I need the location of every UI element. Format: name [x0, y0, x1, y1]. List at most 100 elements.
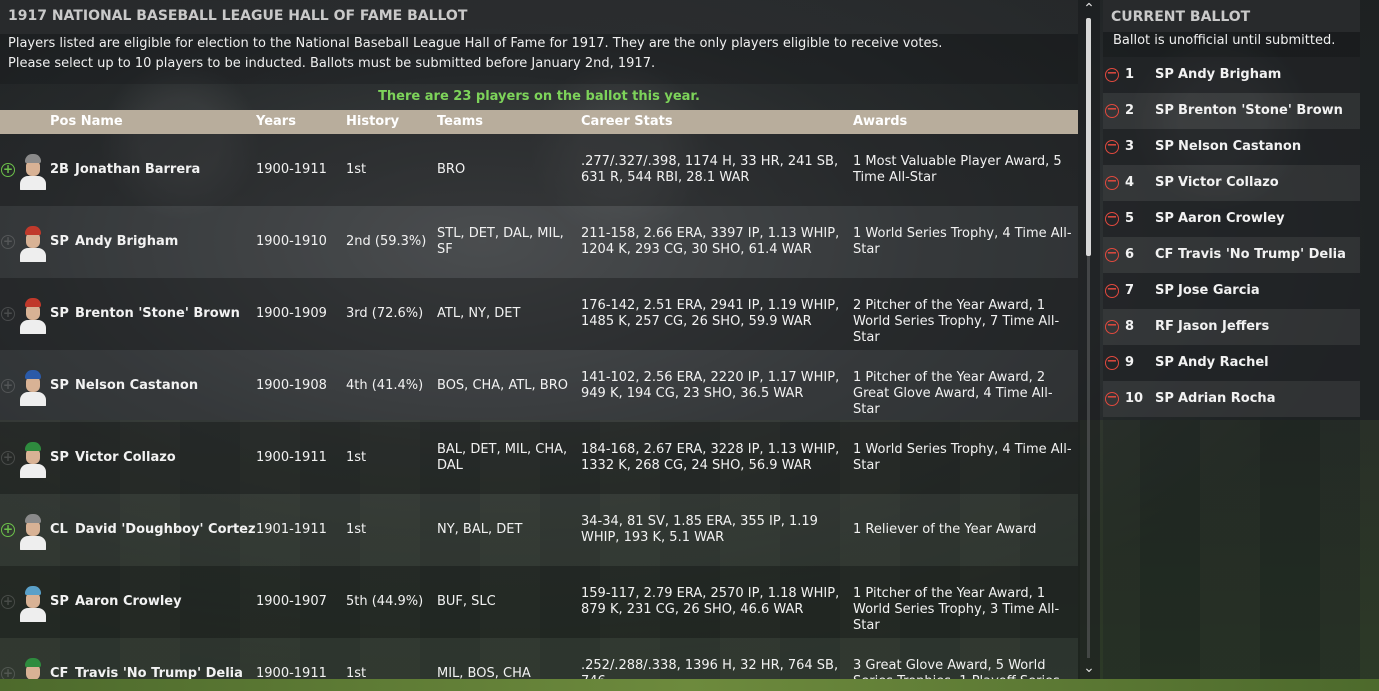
table-row[interactable]: + CL David 'Doughboy' Cortez 1901-1911 1st NY… — [0, 494, 1078, 566]
ballot-entry[interactable]: −3 SP Nelson Castanon — [1103, 129, 1360, 165]
add-circle-icon[interactable]: + — [1, 379, 15, 393]
add-circle-icon[interactable]: + — [1, 523, 15, 537]
player-years: 1900-1910 — [256, 234, 327, 249]
column-header-career-stats[interactable]: Career Stats — [581, 110, 673, 134]
table-row[interactable]: + SP Aaron Crowley 1900-1907 5th (44.9%) BUF,… — [0, 566, 1078, 638]
table-row[interactable]: + SP Brenton 'Stone' Brown 1900-1909 3rd (72… — [0, 278, 1078, 350]
ballot-entry-number: 8 — [1125, 319, 1135, 334]
ballot-entry-name[interactable]: Victor Collazo — [1178, 175, 1279, 190]
player-position: CF — [50, 666, 69, 679]
add-circle-icon[interactable]: + — [1, 595, 15, 609]
remove-circle-icon[interactable]: − — [1105, 175, 1119, 190]
remove-circle-icon[interactable]: − — [1105, 355, 1119, 370]
player-teams: BAL, DET, MIL, CHA, DAL — [437, 442, 568, 473]
player-position: SP — [50, 306, 69, 321]
player-teams: BOS, CHA, ATL, BRO — [437, 378, 568, 393]
player-portrait — [19, 368, 47, 406]
add-circle-icon[interactable]: + — [1, 235, 15, 249]
ballot-entry-name[interactable]: Travis 'No Trump' Delia — [1178, 247, 1346, 262]
table-row[interactable]: + SP Andy Brigham 1900-1910 2nd (59.3%) STL, … — [0, 206, 1078, 278]
chevron-up-icon[interactable]: ⌃ — [1082, 2, 1096, 16]
ballot-entry-position: SP — [1155, 139, 1174, 154]
ballot-entry[interactable]: −8 RF Jason Jeffers — [1103, 309, 1360, 345]
player-position: SP — [50, 450, 69, 465]
ballot-entry-name[interactable]: Andy Rachel — [1178, 355, 1269, 370]
ballot-entry-name[interactable]: Brenton 'Stone' Brown — [1178, 103, 1343, 118]
player-name[interactable]: Jonathan Barrera — [75, 162, 200, 177]
ballot-entry-name[interactable]: Andy Brigham — [1178, 67, 1281, 82]
column-header-pos-name[interactable]: Pos Name — [50, 110, 123, 134]
table-row[interactable]: +2B Jonathan Barrera 1900-1911 1st BRO .277/.… — [0, 134, 1078, 206]
column-header-awards[interactable]: Awards — [853, 110, 907, 134]
portrait-cap — [25, 658, 41, 667]
scroll-thumb[interactable] — [1086, 18, 1091, 256]
ballot-entry[interactable]: −1 SP Andy Brigham — [1103, 57, 1360, 93]
player-years: 1901-1911 — [256, 522, 327, 537]
portrait-jersey — [20, 392, 46, 406]
portrait-jersey — [20, 464, 46, 478]
column-header-teams[interactable]: Teams — [437, 110, 483, 134]
ballot-entry-position: SP — [1155, 355, 1174, 370]
table-row[interactable]: + SP Nelson Castanon 1900-1908 4th (41.4%) BO… — [0, 350, 1078, 422]
ballot-entry[interactable]: −2 SP Brenton 'Stone' Brown — [1103, 93, 1360, 129]
player-history: 1st — [346, 666, 367, 679]
ballot-entry-name[interactable]: Adrian Rocha — [1178, 391, 1275, 406]
ballot-entry[interactable]: −6 CF Travis 'No Trump' Delia — [1103, 237, 1360, 273]
remove-circle-icon[interactable]: − — [1105, 391, 1119, 406]
player-career-stats: 184-168, 2.67 ERA, 3228 IP, 1.13 WHIP, 1… — [581, 442, 840, 473]
player-history: 4th (41.4%) — [346, 378, 424, 393]
ballot-entry-name[interactable]: Jason Jeffers — [1178, 319, 1269, 334]
add-circle-icon[interactable]: + — [1, 451, 15, 465]
player-name[interactable]: Andy Brigham — [75, 234, 178, 249]
remove-circle-icon[interactable]: − — [1105, 319, 1119, 334]
ballot-entry[interactable]: −7 SP Jose Garcia — [1103, 273, 1360, 309]
ballot-entry-name[interactable]: Nelson Castanon — [1178, 139, 1301, 154]
ballot-entry[interactable]: −4 SP Victor Collazo — [1103, 165, 1360, 201]
ballot-scrollbar[interactable]: ⌃ ⌄ — [1078, 0, 1100, 679]
player-career-stats: 159-117, 2.79 ERA, 2570 IP, 1.18 WHIP, 8… — [581, 586, 840, 617]
instructions-line-2: Please select up to 10 players to be ind… — [8, 56, 656, 71]
ballot-entry-number: 3 — [1125, 139, 1135, 154]
player-name[interactable]: Aaron Crowley — [75, 594, 182, 609]
add-circle-icon[interactable]: + — [1, 307, 15, 321]
ballot-entry-position: CF — [1155, 247, 1174, 262]
ballot-entry[interactable]: −9 SP Andy Rachel — [1103, 345, 1360, 381]
ballot-entry-number: 4 — [1125, 175, 1135, 190]
player-position: 2B — [50, 162, 69, 177]
player-name[interactable]: Victor Collazo — [75, 450, 176, 465]
table-header: Pos Name Years History Teams Career Stat… — [0, 110, 1078, 134]
current-ballot-panel: CURRENT BALLOT Ballot is unofficial unti… — [1103, 0, 1360, 679]
player-position: SP — [50, 234, 69, 249]
ballot-entry[interactable]: −10 SP Adrian Rocha — [1103, 381, 1360, 417]
player-name[interactable]: David 'Doughboy' Cortez — [75, 522, 256, 537]
remove-circle-icon[interactable]: − — [1105, 67, 1119, 82]
ballot-entry-name[interactable]: Aaron Crowley — [1178, 211, 1285, 226]
player-years: 1900-1911 — [256, 450, 327, 465]
table-row[interactable]: + CF Travis 'No Trump' Delia 1900-1911 1st MI… — [0, 638, 1078, 679]
ballot-entry-number: 1 — [1125, 67, 1135, 82]
player-name[interactable]: Nelson Castanon — [75, 378, 198, 393]
player-awards: 3 Great Glove Award, 5 World Series Trop… — [853, 658, 1060, 679]
table-row[interactable]: + SP Victor Collazo 1900-1911 1st BAL, DET, M… — [0, 422, 1078, 494]
add-circle-icon[interactable]: + — [1, 163, 15, 177]
remove-circle-icon[interactable]: − — [1105, 211, 1119, 226]
column-header-history[interactable]: History — [346, 110, 399, 134]
ballot-entry-number: 5 — [1125, 211, 1135, 226]
portrait-cap — [25, 370, 41, 379]
add-circle-icon[interactable]: + — [1, 667, 15, 679]
ballot-entry-name[interactable]: Jose Garcia — [1178, 283, 1260, 298]
remove-circle-icon[interactable]: − — [1105, 103, 1119, 118]
player-history: 3rd (72.6%) — [346, 306, 424, 321]
ballot-panel: 1917 NATIONAL BASEBALL LEAGUE HALL OF FA… — [0, 0, 1078, 679]
remove-circle-icon[interactable]: − — [1105, 139, 1119, 154]
player-awards: 1 Pitcher of the Year Award, 1 World Ser… — [853, 586, 1060, 633]
player-name[interactable]: Travis 'No Trump' Delia — [75, 666, 243, 679]
chevron-down-icon[interactable]: ⌄ — [1082, 661, 1096, 675]
ballot-entry[interactable]: −5 SP Aaron Crowley — [1103, 201, 1360, 237]
column-header-years[interactable]: Years — [256, 110, 296, 134]
player-name[interactable]: Brenton 'Stone' Brown — [75, 306, 240, 321]
player-count-banner: There are 23 players on the ballot this … — [0, 84, 1078, 110]
remove-circle-icon[interactable]: − — [1105, 283, 1119, 298]
ballot-entry-position: SP — [1155, 67, 1174, 82]
remove-circle-icon[interactable]: − — [1105, 247, 1119, 262]
